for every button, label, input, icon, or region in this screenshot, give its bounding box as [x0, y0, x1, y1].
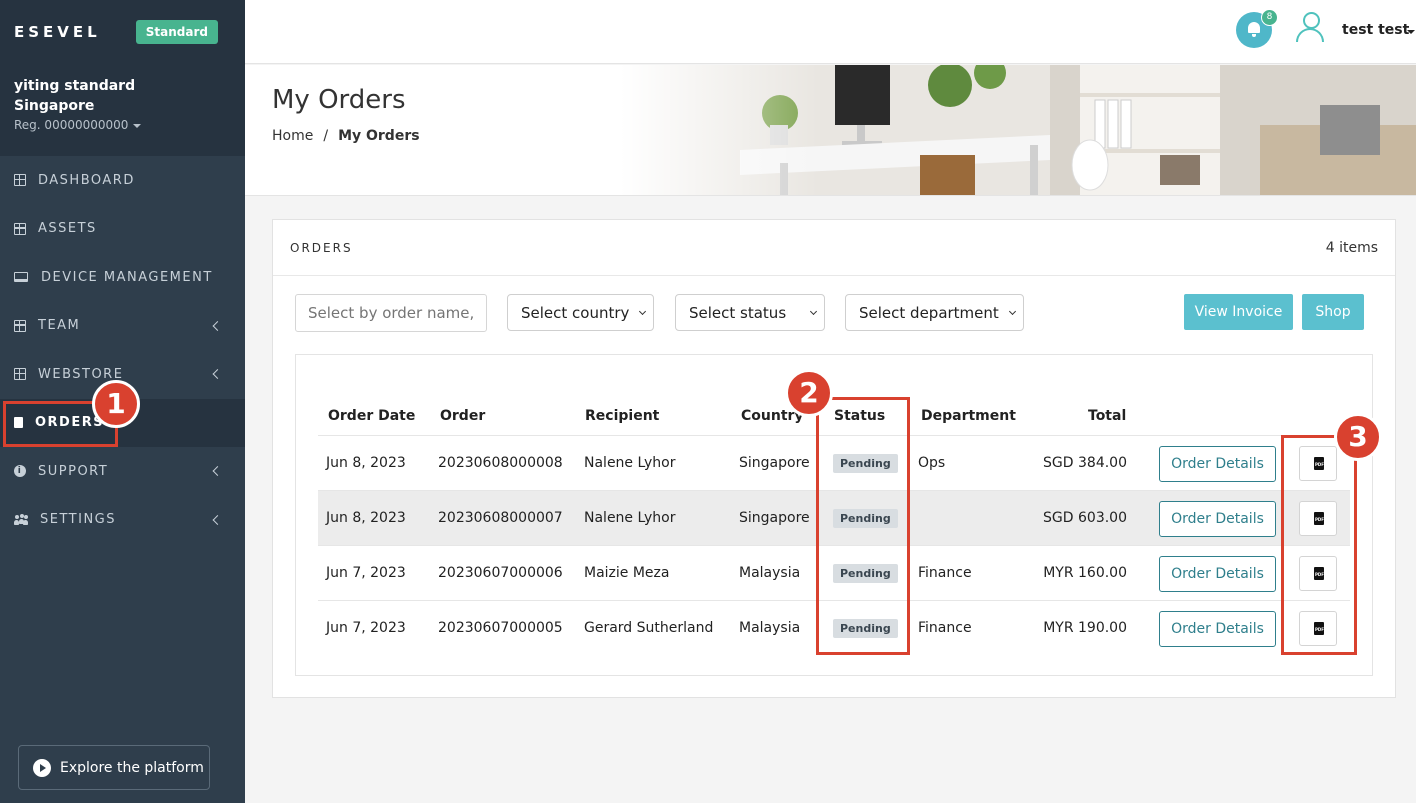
annotation-box-status: [816, 397, 910, 655]
country-cell: Singapore: [739, 510, 810, 526]
total-cell: MYR 190.00: [1043, 620, 1127, 636]
assets-grid-icon: [14, 222, 26, 235]
sidebar-item-device-management[interactable]: DEVICE MANAGEMENT: [0, 253, 245, 302]
order-number-cell: 20230608000008: [438, 455, 563, 471]
order-date-cell: Jun 7, 2023: [326, 565, 406, 581]
column-header-recipient: Recipient: [585, 408, 660, 424]
orders-item-count: 4 items: [1325, 239, 1378, 256]
country-cell: Malaysia: [739, 565, 801, 581]
sidebar-item-label: ASSETS: [38, 221, 97, 237]
sidebar-item-assets[interactable]: ASSETS: [0, 205, 245, 254]
country-select-value: Select country: [521, 303, 630, 322]
dashboard-grid-icon: [14, 174, 26, 187]
sidebar-item-settings[interactable]: SETTINGS: [0, 496, 245, 545]
breadcrumb: Home / My Orders: [272, 128, 420, 144]
explore-platform-button[interactable]: Explore the platform: [18, 745, 210, 790]
brand-logo[interactable]: ESEVEL: [14, 23, 101, 41]
order-number-cell: 20230607000005: [438, 620, 563, 636]
annotation-box-pdf: [1281, 435, 1357, 655]
caret-down-icon: [133, 123, 142, 128]
annotation-number-2: 2: [785, 369, 833, 417]
order-date-cell: Jun 8, 2023: [326, 510, 406, 526]
users-settings-icon: [14, 513, 28, 526]
top-bar: 8 test test: [245, 0, 1416, 64]
order-search-input[interactable]: [295, 294, 487, 332]
sidebar-item-label: TEAM: [38, 318, 81, 334]
info-icon: i: [14, 465, 26, 478]
column-header-total: Total: [1088, 408, 1127, 424]
sidebar-item-label: DEVICE MANAGEMENT: [41, 269, 213, 285]
order-date-cell: Jun 8, 2023: [326, 455, 406, 471]
annotation-number-3: 3: [1334, 413, 1382, 461]
order-details-button[interactable]: Order Details: [1159, 446, 1276, 482]
sidebar-item-support[interactable]: i SUPPORT: [0, 447, 245, 496]
chevron-left-icon: [212, 369, 223, 380]
team-grid-icon: [14, 319, 26, 332]
chevron-down-icon: [809, 307, 818, 316]
org-switcher[interactable]: yiting standard Singapore Reg. 000000000…: [0, 64, 245, 156]
plan-badge: Standard: [135, 20, 218, 44]
sidebar-item-label: DASHBOARD: [38, 172, 135, 188]
sidebar-item-team[interactable]: TEAM: [0, 302, 245, 351]
chevron-left-icon: [212, 466, 223, 477]
order-number-cell: 20230608000007: [438, 510, 563, 526]
department-cell: Finance: [918, 565, 972, 581]
column-header-order: Order: [440, 408, 486, 424]
total-cell: MYR 160.00: [1043, 565, 1127, 581]
chevron-down-icon: [638, 307, 647, 316]
org-reg-text: Reg. 00000000000: [14, 118, 129, 132]
shop-button[interactable]: Shop: [1302, 294, 1364, 330]
webstore-grid-icon: [14, 368, 26, 381]
user-menu-name[interactable]: test test: [1342, 22, 1409, 38]
breadcrumb-current: My Orders: [338, 128, 420, 144]
total-cell: SGD 384.00: [1043, 455, 1127, 471]
recipient-cell: Maizie Meza: [584, 565, 670, 581]
order-details-button[interactable]: Order Details: [1159, 556, 1276, 592]
country-cell: Malaysia: [739, 620, 801, 636]
column-header-order-date: Order Date: [328, 408, 416, 424]
notification-count-badge: 8: [1261, 9, 1278, 26]
sidebar-item-label: SUPPORT: [38, 463, 109, 479]
order-details-button[interactable]: Order Details: [1159, 501, 1276, 537]
caret-down-icon[interactable]: [1407, 30, 1415, 34]
country-select[interactable]: Select country: [507, 294, 654, 331]
play-icon: [33, 758, 51, 777]
sidebar-item-label: SETTINGS: [40, 512, 117, 528]
department-select[interactable]: Select department: [845, 294, 1024, 331]
breadcrumb-separator: /: [323, 128, 329, 144]
annotation-number-1: 1: [92, 380, 140, 428]
department-select-value: Select department: [859, 303, 999, 322]
page-header: My Orders Home / My Orders: [245, 65, 1416, 196]
view-invoice-button[interactable]: View Invoice: [1184, 294, 1293, 330]
chevron-down-icon: [1008, 307, 1017, 316]
country-cell: Singapore: [739, 455, 810, 471]
org-name-line2: Singapore: [14, 98, 95, 114]
breadcrumb-home-link[interactable]: Home: [272, 128, 313, 144]
header-banner-image: [620, 65, 1416, 195]
brand-row: ESEVEL Standard: [0, 0, 245, 64]
sidebar-item-dashboard[interactable]: DASHBOARD: [0, 156, 245, 205]
recipient-cell: Nalene Lyhor: [584, 455, 676, 471]
status-select[interactable]: Select status: [675, 294, 825, 331]
department-cell: Ops: [918, 455, 946, 471]
order-details-button[interactable]: Order Details: [1159, 611, 1276, 647]
status-select-value: Select status: [689, 303, 787, 322]
laptop-icon: [14, 272, 28, 283]
explore-label: Explore the platform: [60, 759, 204, 776]
orders-card-title: ORDERS: [290, 240, 353, 255]
user-avatar-icon[interactable]: [1295, 12, 1325, 42]
chevron-left-icon: [212, 320, 223, 331]
org-reg: Reg. 00000000000: [14, 118, 231, 132]
orders-card-header: ORDERS 4 items: [273, 220, 1395, 276]
column-header-department: Department: [921, 408, 1016, 424]
org-name-line1: yiting standard: [14, 78, 136, 94]
order-number-cell: 20230607000006: [438, 565, 563, 581]
recipient-cell: Nalene Lyhor: [584, 510, 676, 526]
chevron-left-icon: [212, 514, 223, 525]
total-cell: SGD 603.00: [1043, 510, 1127, 526]
page-title: My Orders: [272, 85, 406, 115]
recipient-cell: Gerard Sutherland: [584, 620, 714, 636]
department-cell: Finance: [918, 620, 972, 636]
order-date-cell: Jun 7, 2023: [326, 620, 406, 636]
